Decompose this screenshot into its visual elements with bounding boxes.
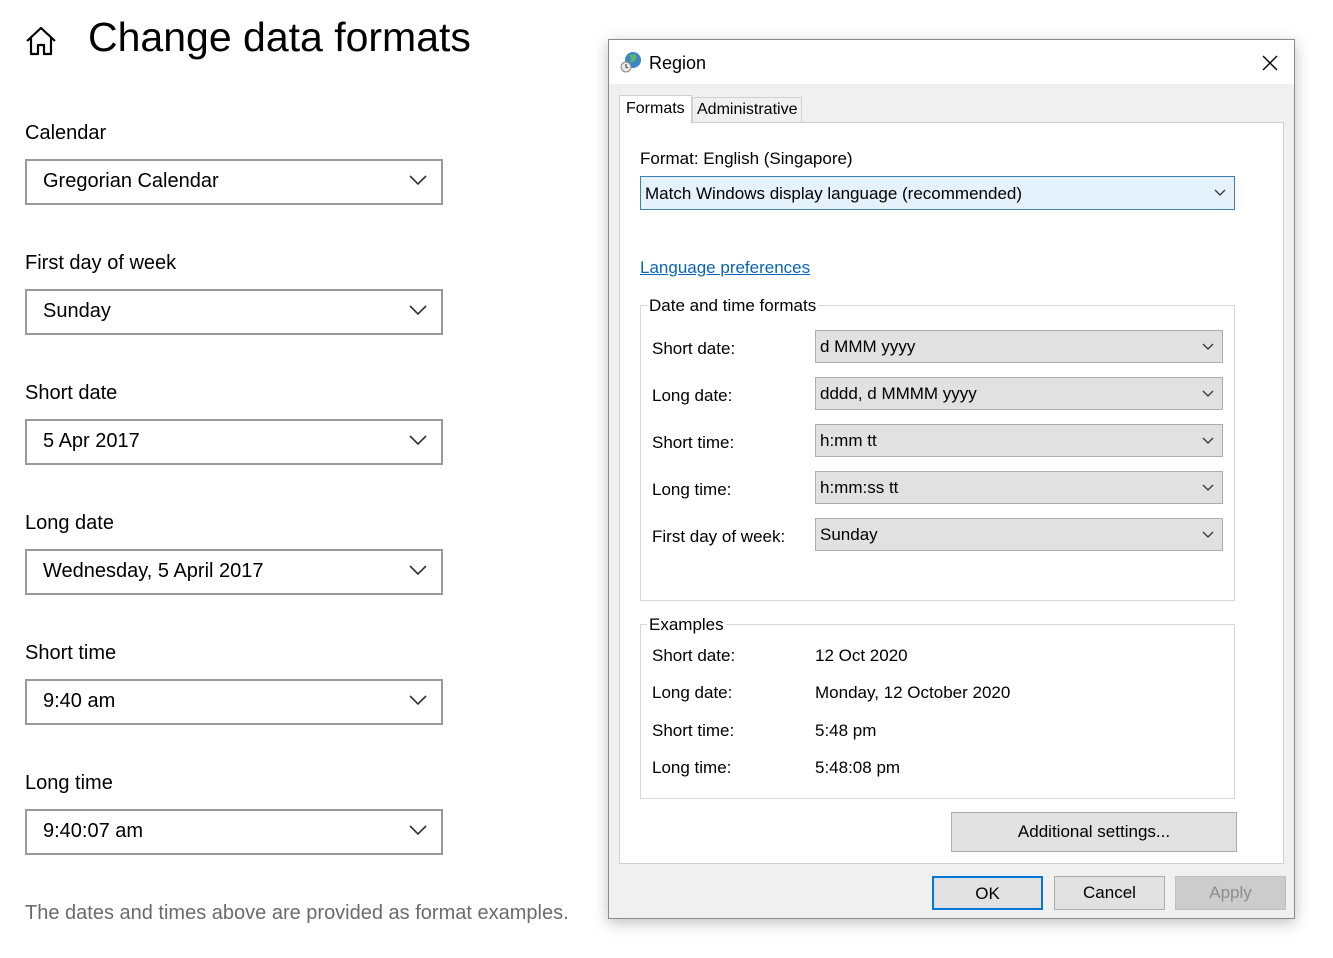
chevron-down-icon [409,565,427,576]
chevron-down-icon [1214,189,1226,196]
format-footnote: The dates and times above are provided a… [25,902,569,924]
long-time-dropdown[interactable]: 9:40:07 am [25,809,443,855]
long-date-format-dropdown[interactable]: dddd, d MMMM yyyy [815,377,1223,410]
first-day-format-value: Sunday [820,525,878,544]
long-time-label: Long time [25,772,113,794]
chevron-down-icon [409,825,427,836]
tab-formats[interactable]: Formats [619,95,692,124]
chevron-down-icon [409,695,427,706]
format-value: Match Windows display language (recommen… [645,184,1023,203]
short-time-format-value: h:mm tt [820,431,877,450]
dialog-title: Region [649,53,707,73]
example-short-time-value: 5:48 pm [815,721,877,740]
long-time-format-label: Long time: [652,480,732,499]
format-dropdown[interactable]: Match Windows display language (recommen… [640,176,1235,210]
long-time-format-dropdown[interactable]: h:mm:ss tt [815,471,1223,504]
short-time-label: Short time [25,642,117,664]
chevron-down-icon [409,305,427,316]
first-day-dropdown[interactable]: Sunday [25,289,443,335]
long-date-format-label: Long date: [652,386,733,405]
chevron-down-icon [409,435,427,446]
format-label: Format: English (Singapore) [640,149,853,168]
language-preferences-link[interactable]: Language preferences [640,258,810,278]
apply-button[interactable]: Apply [1175,876,1286,910]
calendar-value: Gregorian Calendar [43,170,219,192]
dialog-titlebar[interactable]: Region [609,40,1294,84]
tab-administrative[interactable]: Administrative [692,97,803,122]
long-time-value: 9:40:07 am [43,820,144,842]
globe-icon [620,50,644,74]
first-day-format-dropdown[interactable]: Sunday [815,518,1223,551]
chevron-down-icon [1202,437,1214,444]
example-long-time-value: 5:48:08 pm [815,758,901,777]
first-day-label: First day of week [25,252,177,274]
example-long-date-label: Long date: [652,683,733,702]
chevron-down-icon [1202,343,1214,350]
long-date-dropdown[interactable]: Wednesday, 5 April 2017 [25,549,443,595]
short-time-format-dropdown[interactable]: h:mm tt [815,424,1223,457]
short-date-format-label: Short date: [652,339,736,358]
example-long-date-value: Monday, 12 October 2020 [815,683,1011,702]
close-button[interactable] [1255,50,1285,76]
example-short-date-value: 12 Oct 2020 [815,646,908,665]
long-time-format-value: h:mm:ss tt [820,478,899,497]
page-title: Change data formats [88,14,471,60]
short-time-dropdown[interactable]: 9:40 am [25,679,443,725]
calendar-label: Calendar [25,122,107,144]
short-date-format-dropdown[interactable]: d MMM yyyy [815,330,1223,363]
example-long-time-label: Long time: [652,758,732,777]
examples-title: Examples [647,615,726,635]
chevron-down-icon [1202,531,1214,538]
region-dialog: Region Formats Administrative Format: En… [608,39,1295,919]
example-short-time-label: Short time: [652,721,735,740]
first-day-format-label: First day of week: [652,527,786,546]
short-date-value: 5 Apr 2017 [43,430,140,452]
cancel-button[interactable]: Cancel [1054,876,1165,910]
additional-settings-button[interactable]: Additional settings... [951,812,1237,852]
long-date-value: Wednesday, 5 April 2017 [43,560,264,582]
first-day-value: Sunday [43,300,111,322]
ok-button[interactable]: OK [932,876,1043,910]
calendar-dropdown[interactable]: Gregorian Calendar [25,159,443,205]
long-date-label: Long date [25,512,114,534]
short-date-format-value: d MMM yyyy [820,337,916,356]
short-time-format-label: Short time: [652,433,735,452]
chevron-down-icon [1202,484,1214,491]
long-date-format-value: dddd, d MMMM yyyy [820,384,977,403]
chevron-down-icon [1202,390,1214,397]
chevron-down-icon [409,175,427,186]
short-date-label: Short date [25,382,118,404]
date-time-formats-title: Date and time formats [647,296,819,316]
home-icon[interactable] [24,24,58,58]
short-date-dropdown[interactable]: 5 Apr 2017 [25,419,443,465]
short-time-value: 9:40 am [43,690,116,712]
example-short-date-label: Short date: [652,646,736,665]
close-icon [1262,55,1278,71]
